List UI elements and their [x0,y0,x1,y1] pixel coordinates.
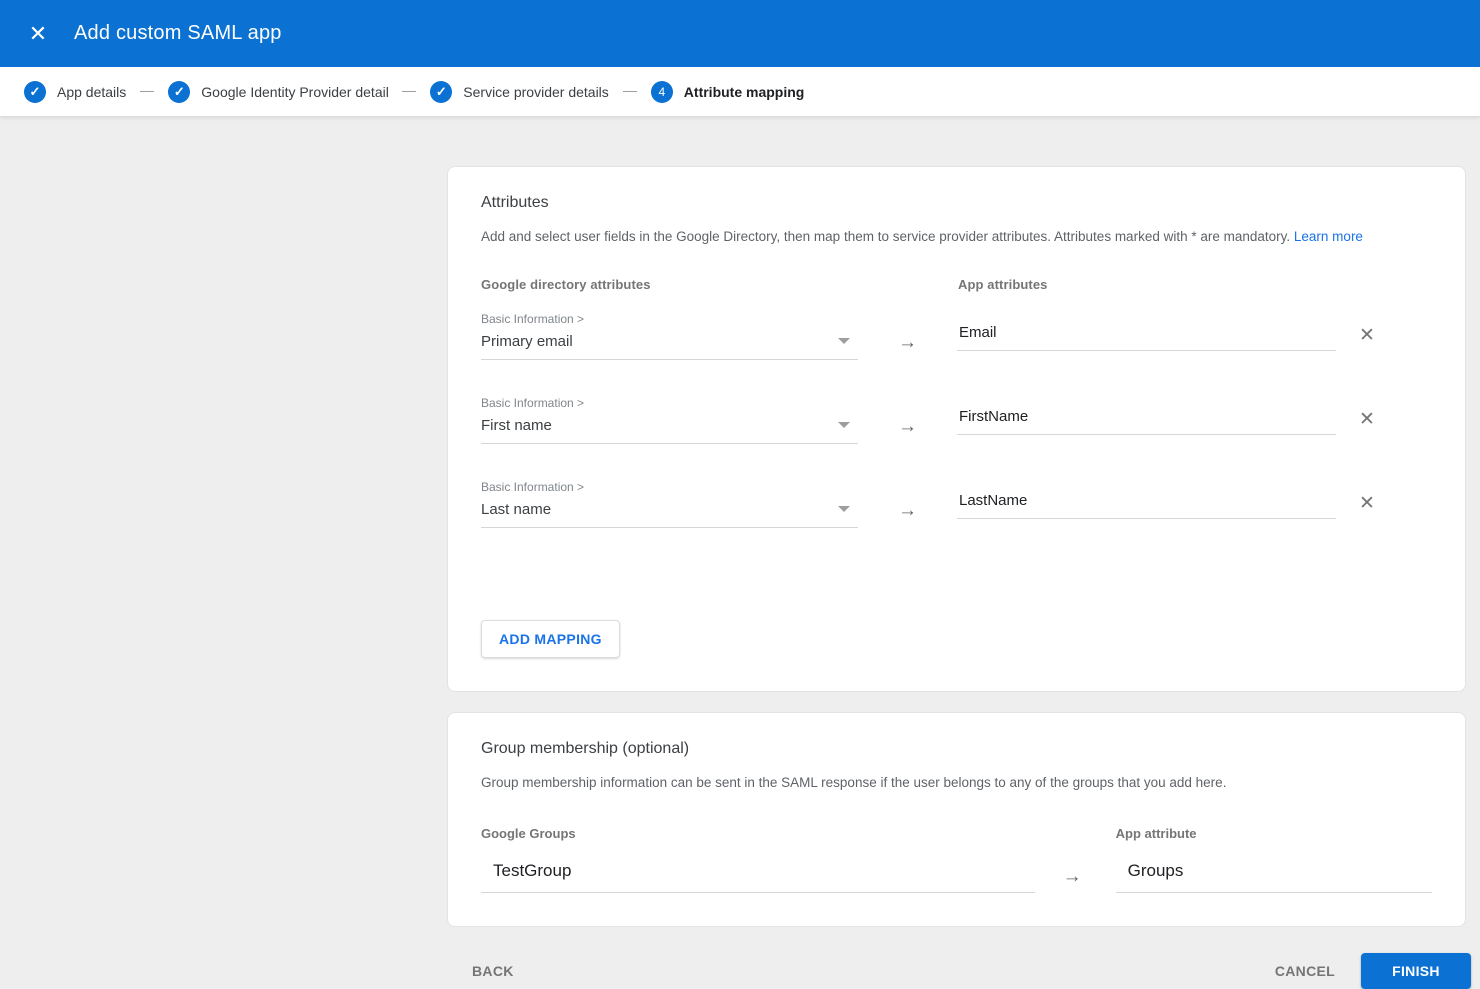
attributes-card-title: Attributes [481,194,1432,212]
group-membership-card: Group membership (optional) Group member… [447,712,1466,927]
directory-attribute-value: Primary email [481,333,858,350]
step-label: Attribute mapping [684,84,805,100]
arrow-right-icon: → [898,416,917,438]
directory-attribute-value: First name [481,417,858,434]
step-completed-check-icon: ✓ [430,81,452,103]
group-membership-title: Group membership (optional) [481,740,1432,758]
dialog-title: Add custom SAML app [74,22,282,45]
app-attribute-input[interactable] [957,408,1336,435]
group-app-attribute-field[interactable]: App attribute Groups [1116,826,1432,893]
finish-button[interactable]: FINISH [1361,953,1471,989]
step-completed-check-icon: ✓ [24,81,46,103]
arrow-right-icon: → [1063,866,1082,888]
chevron-down-icon [838,506,850,512]
delete-mapping-icon[interactable]: ✕ [1357,408,1377,431]
step-completed-check-icon: ✓ [168,81,190,103]
app-attribute-value[interactable]: Groups [1116,841,1432,893]
wizard-stepper: ✓ App details ✓ Google Identity Provider… [0,67,1480,117]
description-text: Add and select user fields in the Google… [481,229,1290,244]
google-directory-attributes-header: Google directory attributes [481,277,958,292]
step-service-provider-details[interactable]: ✓ Service provider details [430,81,609,103]
step-connector [402,91,416,92]
group-membership-description: Group membership information can be sent… [481,774,1432,793]
app-attribute-label: App attribute [1116,826,1432,841]
delete-mapping-icon[interactable]: ✕ [1357,492,1377,515]
google-groups-label: Google Groups [481,826,1035,841]
mapping-row: Basic Information > Primary email → ✕ [481,312,1432,360]
main-content: Attributes Add and select user fields in… [0,117,1480,989]
directory-attribute-select[interactable]: Basic Information > Last name [481,480,858,528]
attribute-category-label: Basic Information > [481,480,858,494]
chevron-down-icon [838,422,850,428]
mapping-column-headers: Google directory attributes App attribut… [481,277,1432,292]
step-connector [140,91,154,92]
footer-actions: BACK CANCEL FINISH [447,953,1471,989]
directory-attribute-select[interactable]: Basic Information > Primary email [481,312,858,360]
step-number-badge: 4 [651,81,673,103]
step-attribute-mapping: 4 Attribute mapping [651,81,805,103]
group-mapping-row: Google Groups TestGroup → App attribute … [481,826,1432,893]
cancel-button[interactable]: CANCEL [1267,954,1343,988]
directory-attribute-select[interactable]: Basic Information > First name [481,396,858,444]
attribute-category-label: Basic Information > [481,312,858,326]
step-google-idp-details[interactable]: ✓ Google Identity Provider details [168,81,388,103]
add-mapping-button[interactable]: ADD MAPPING [481,620,620,658]
delete-mapping-icon[interactable]: ✕ [1357,324,1377,347]
directory-attribute-value: Last name [481,501,858,518]
step-label: Google Identity Provider details [201,84,388,100]
step-connector [623,91,637,92]
arrow-right-icon: → [898,500,917,522]
chevron-down-icon [838,338,850,344]
back-button[interactable]: BACK [464,954,522,988]
app-attribute-input[interactable] [957,492,1336,519]
app-attributes-header: App attributes [958,277,1048,292]
step-label: App details [57,84,126,100]
step-label: Service provider details [463,84,609,100]
google-groups-field[interactable]: Google Groups TestGroup [481,826,1035,893]
arrow-right-icon: → [898,332,917,354]
mapping-row: Basic Information > First name → ✕ [481,396,1432,444]
attributes-card: Attributes Add and select user fields in… [447,166,1466,692]
mapping-row: Basic Information > Last name → ✕ [481,480,1432,528]
learn-more-link[interactable]: Learn more [1294,229,1363,244]
step-app-details[interactable]: ✓ App details [24,81,126,103]
attributes-card-description: Add and select user fields in the Google… [481,228,1432,247]
app-attribute-input[interactable] [957,324,1336,351]
attribute-category-label: Basic Information > [481,396,858,410]
close-icon[interactable]: ✕ [18,14,58,54]
google-groups-value[interactable]: TestGroup [481,841,1035,893]
dialog-header: ✕ Add custom SAML app [0,0,1480,67]
